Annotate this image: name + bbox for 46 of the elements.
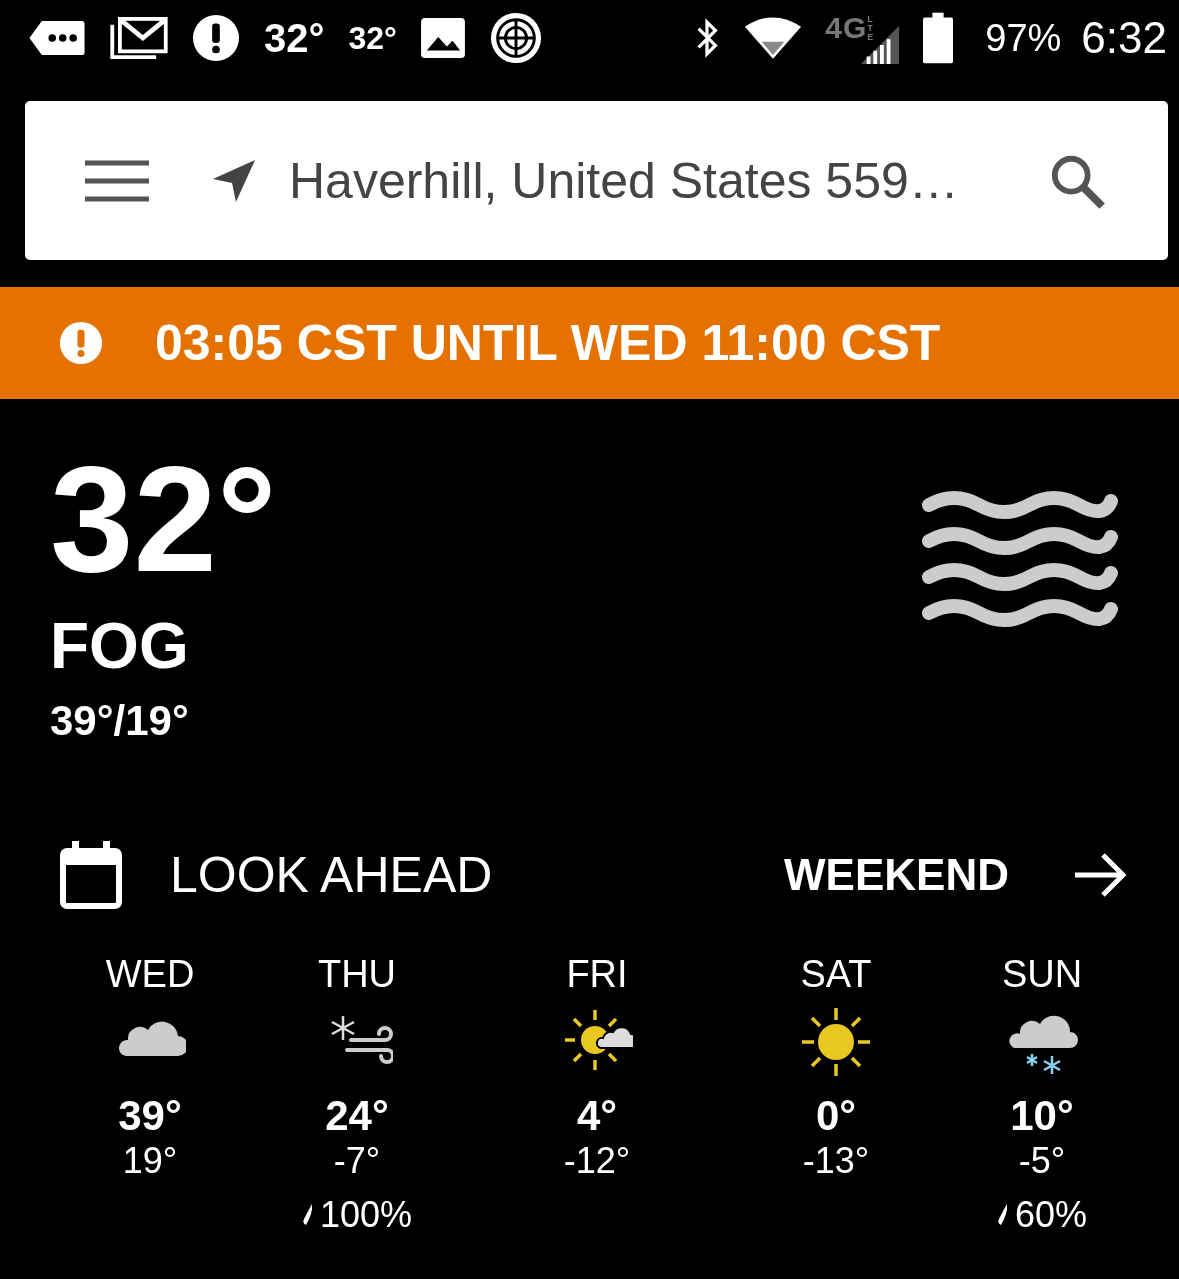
- low-temperature: -13°: [802, 1140, 870, 1182]
- raindrop-icon: [301, 1203, 314, 1227]
- alert-icon: [59, 321, 103, 365]
- mail-icon: [110, 17, 168, 59]
- high-low-text: 39°/19°: [50, 697, 190, 745]
- high-temperature: 24°: [325, 1092, 389, 1140]
- battery-percentage: 97%: [985, 16, 1062, 60]
- wifi-icon: [743, 17, 804, 59]
- menu-icon[interactable]: [85, 158, 149, 203]
- day-label: FRI: [566, 953, 628, 996]
- weekend-link[interactable]: WEEKEND: [784, 850, 1129, 900]
- high-temperature: 4°: [576, 1092, 618, 1140]
- alert-text: 03:05 CST UNTIL WED 11:00 CST: [155, 314, 941, 372]
- target-icon: [488, 11, 543, 65]
- low-temperature: -7°: [333, 1140, 381, 1182]
- temperature-text: 32°: [348, 19, 397, 57]
- day-label: THU: [317, 953, 397, 996]
- search-bar[interactable]: Haverhill, United States 559…: [25, 101, 1168, 260]
- calendar-icon: [60, 841, 122, 909]
- day-label: SAT: [800, 953, 872, 996]
- low-temperature: -5°: [1018, 1140, 1066, 1182]
- arrow-right-icon: [1073, 852, 1129, 898]
- temperature-text: 32°: [264, 15, 325, 61]
- precipitation-text: 60%: [1014, 1194, 1088, 1236]
- day-label: SUN: [1001, 953, 1083, 996]
- day-label: WED: [105, 953, 195, 996]
- location-text[interactable]: Haverhill, United States 559…: [289, 151, 1048, 210]
- look-ahead-title: LOOK AHEAD: [170, 846, 494, 904]
- clock-time: 6:32: [1081, 13, 1167, 63]
- condition-text: FOG: [50, 609, 190, 683]
- network-type-text: 4G: [825, 11, 868, 45]
- network-subtype-text: LTE: [867, 15, 875, 42]
- high-temperature: 0°: [815, 1092, 857, 1140]
- low-temperature: -12°: [563, 1140, 631, 1182]
- high-temperature: 10°: [1010, 1092, 1074, 1140]
- chat-bubble-icon: [28, 19, 86, 57]
- battery-icon: [923, 12, 954, 64]
- image-icon: [420, 18, 465, 58]
- sun-icon: [800, 1006, 872, 1078]
- alert-icon: [192, 14, 240, 62]
- current-temperature: 32°: [50, 449, 277, 589]
- precipitation-text: 100%: [319, 1194, 413, 1236]
- raindrop-icon: [996, 1203, 1009, 1227]
- high-temperature: 39°: [118, 1092, 182, 1140]
- low-temperature: 19°: [122, 1140, 178, 1182]
- location-arrow-icon[interactable]: [211, 157, 257, 204]
